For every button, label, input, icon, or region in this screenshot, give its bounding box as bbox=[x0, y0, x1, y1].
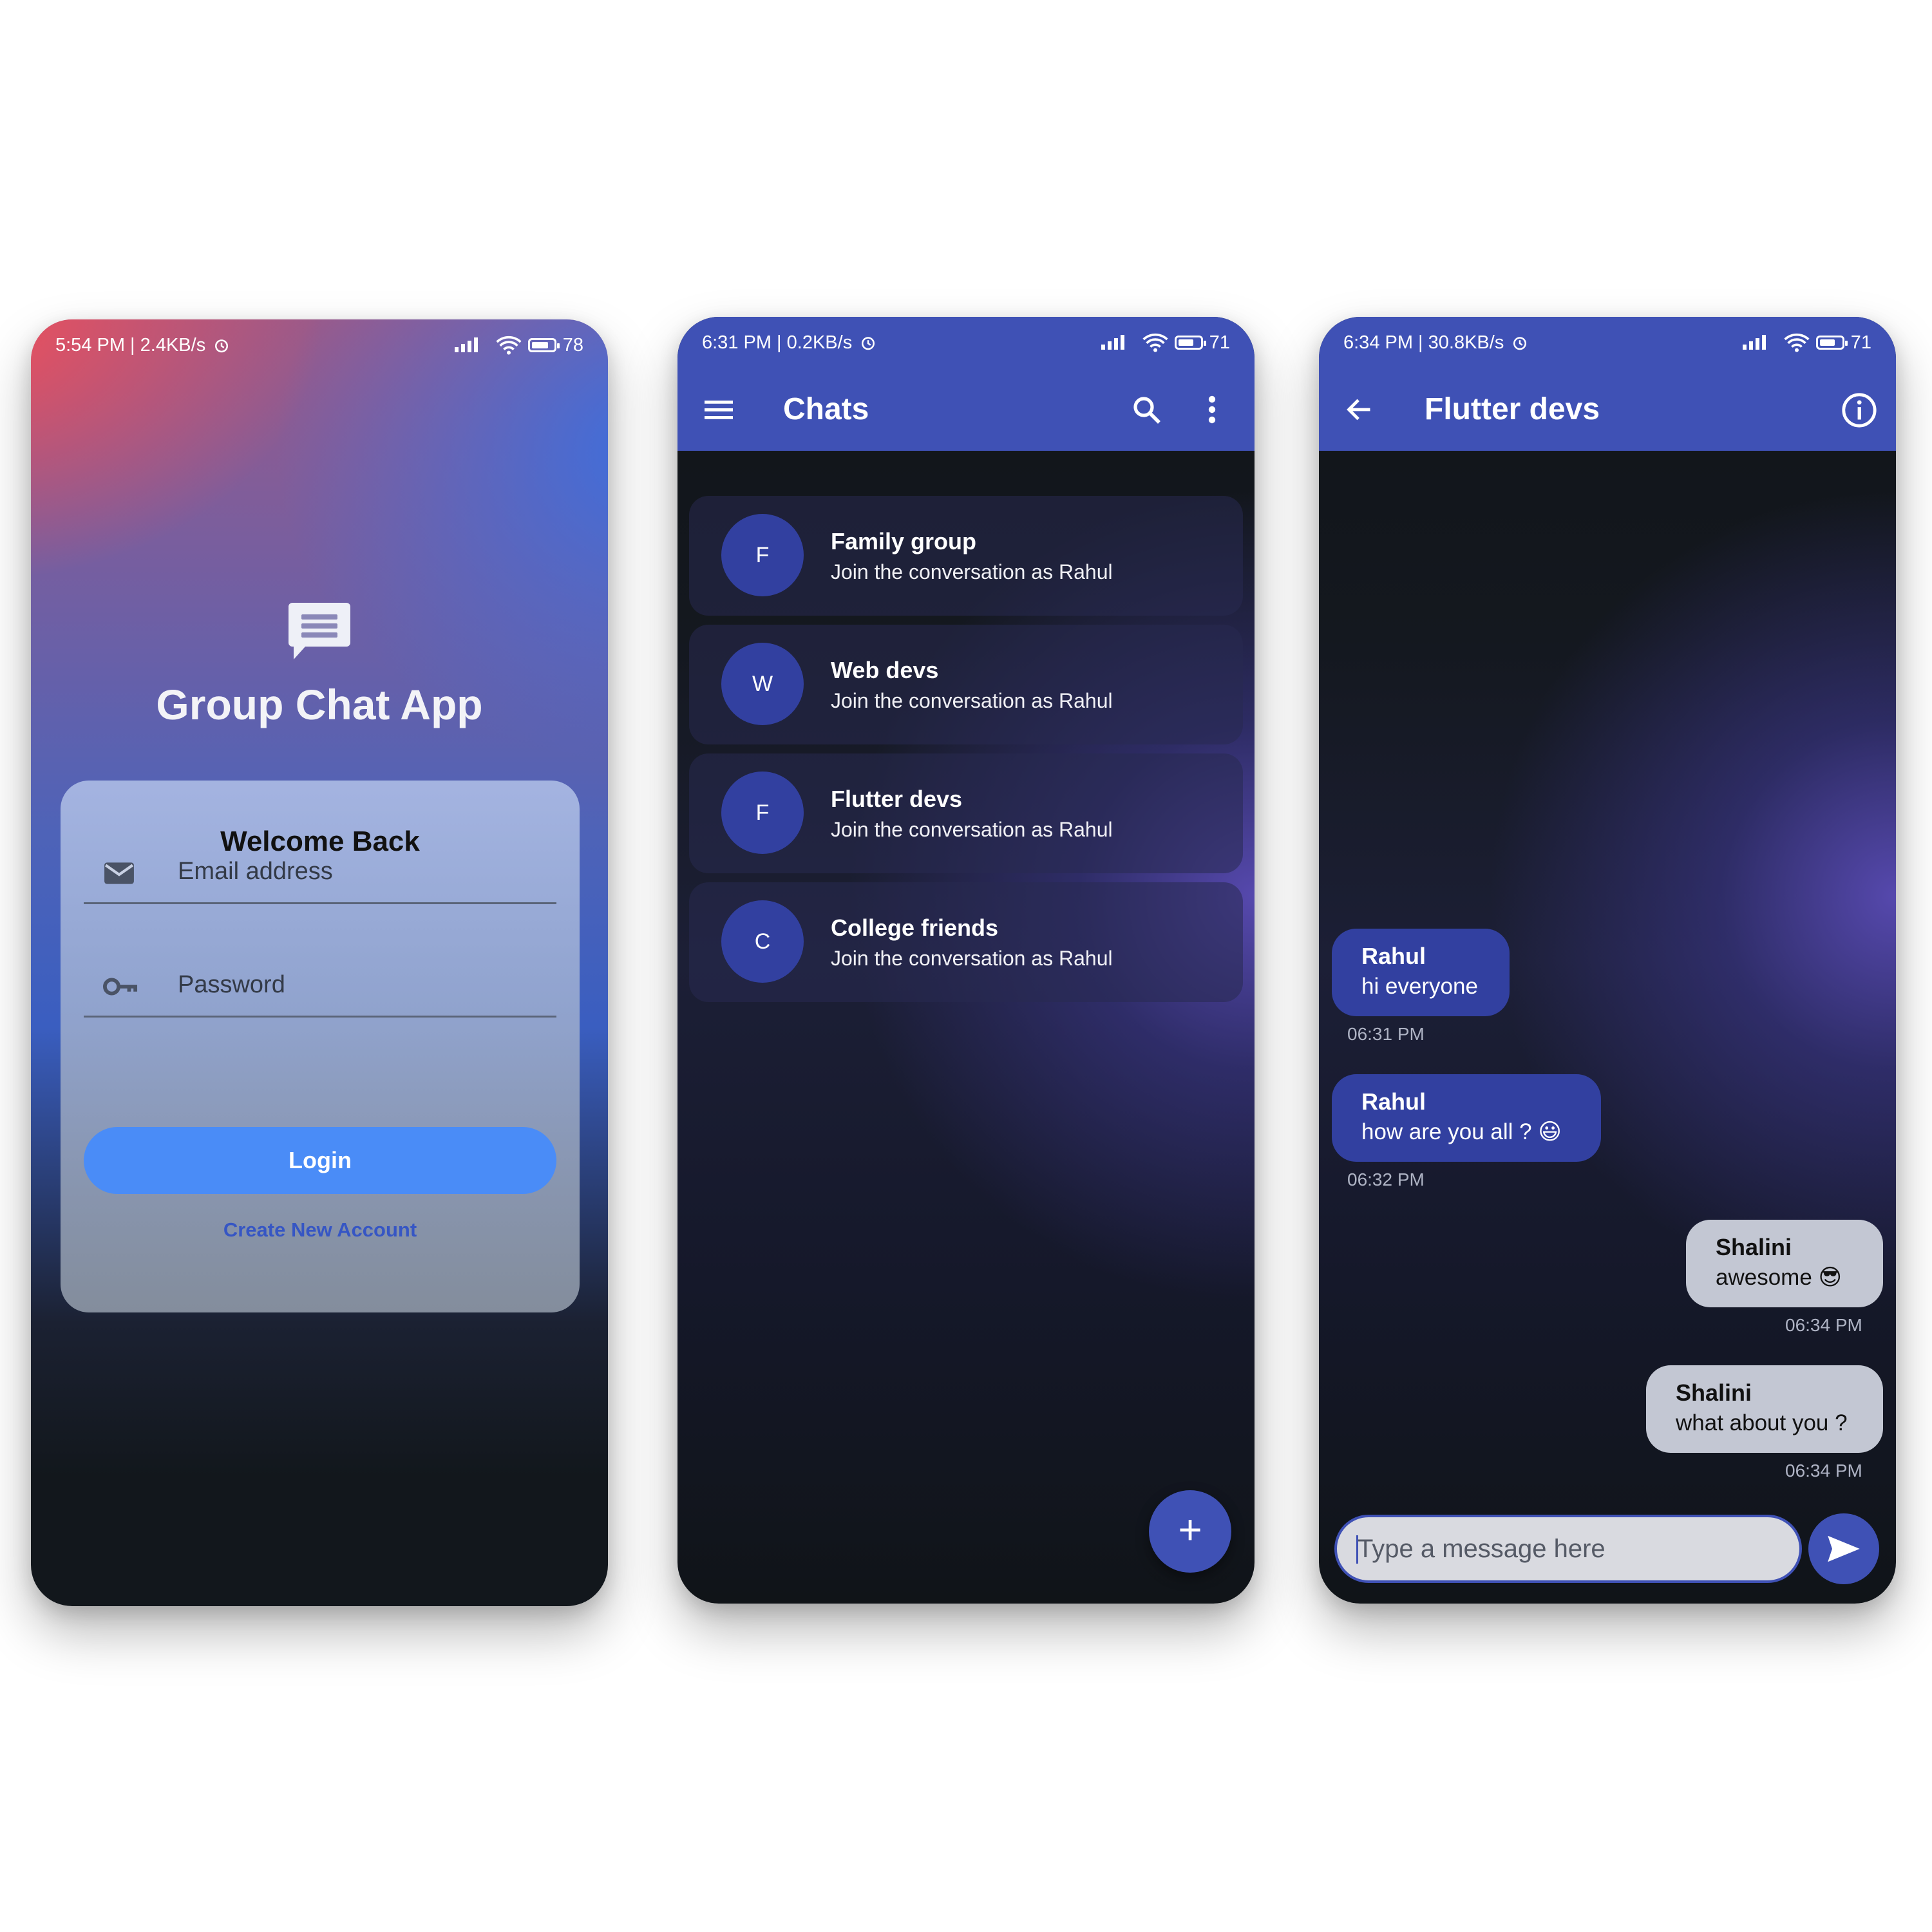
signal-icon bbox=[1742, 335, 1766, 350]
add-chat-button[interactable]: + bbox=[1149, 1490, 1231, 1573]
message-text: hi everyone bbox=[1361, 974, 1478, 999]
message-bubble: Shalini awesome 😎 bbox=[1686, 1220, 1883, 1307]
message-bubble: Rahul how are you all ? 😃 bbox=[1332, 1074, 1601, 1162]
email-field[interactable]: Email address bbox=[84, 819, 556, 904]
chat-name: Web devs bbox=[831, 657, 939, 683]
status-time: 6:34 PM | 30.8KB/s bbox=[1343, 332, 1504, 353]
mail-icon bbox=[104, 862, 134, 884]
search-icon[interactable] bbox=[1131, 394, 1162, 425]
battery-icon bbox=[1174, 336, 1206, 350]
chat-name: College friends bbox=[831, 914, 999, 941]
signal-icon bbox=[1101, 335, 1124, 350]
chat-name: Family group bbox=[831, 528, 977, 554]
chat-subtitle: Join the conversation as Rahul bbox=[831, 560, 1113, 583]
battery-percent: 71 bbox=[1850, 332, 1871, 353]
chats-screen: 6:31 PM | 0.2KB/s 71 Chats F Family grou… bbox=[677, 317, 1255, 1604]
menu-icon[interactable] bbox=[703, 397, 734, 422]
back-arrow-icon[interactable] bbox=[1345, 395, 1374, 424]
send-icon bbox=[1828, 1535, 1860, 1562]
password-placeholder: Password bbox=[178, 971, 285, 998]
battery-fill bbox=[1178, 339, 1193, 346]
app-bar: Flutter devs bbox=[1319, 368, 1896, 451]
chat-list-item[interactable]: C College friends Join the conversation … bbox=[689, 882, 1243, 1002]
chat-list-item[interactable]: F Flutter devs Join the conversation as … bbox=[689, 753, 1243, 873]
chat-subtitle: Join the conversation as Rahul bbox=[831, 947, 1113, 970]
chat-name: Flutter devs bbox=[831, 786, 963, 812]
email-placeholder: Email address bbox=[178, 858, 333, 885]
alarm-icon bbox=[1513, 337, 1527, 350]
message-sender: Rahul bbox=[1361, 943, 1426, 969]
avatar: F bbox=[721, 772, 804, 854]
wifi-icon bbox=[1784, 333, 1810, 352]
message-time: 06:32 PM bbox=[1347, 1170, 1425, 1189]
message-time: 06:34 PM bbox=[1785, 1461, 1862, 1481]
status-bar: 6:34 PM | 30.8KB/s 71 bbox=[1319, 317, 1896, 368]
message-input[interactable]: Type a message here bbox=[1334, 1515, 1802, 1583]
alarm-icon bbox=[862, 337, 875, 350]
battery-fill bbox=[1819, 339, 1835, 346]
login-button[interactable]: Login bbox=[84, 1127, 556, 1194]
avatar: F bbox=[721, 514, 804, 596]
battery-icon bbox=[1815, 336, 1848, 350]
status-time: 6:31 PM | 0.2KB/s bbox=[702, 332, 853, 353]
avatar: W bbox=[721, 643, 804, 725]
conversation-screen: 6:34 PM | 30.8KB/s 71 Flutter devs Rahul… bbox=[1319, 317, 1896, 1604]
chat-list-item[interactable]: F Family group Join the conversation as … bbox=[689, 496, 1243, 616]
message-bubble: Rahul hi everyone bbox=[1332, 929, 1510, 1016]
battery-percent: 78 bbox=[562, 334, 583, 355]
login-screen: 5:54 PM | 2.4KB/s 78 Group Chat App Welc… bbox=[31, 319, 608, 1606]
message-time: 06:34 PM bbox=[1785, 1315, 1862, 1335]
info-icon[interactable] bbox=[1841, 392, 1878, 429]
battery-icon bbox=[527, 338, 560, 352]
status-bar: 5:54 PM | 2.4KB/s 78 bbox=[31, 319, 608, 371]
chat-list-item[interactable]: W Web devs Join the conversation as Rahu… bbox=[689, 625, 1243, 744]
password-field[interactable]: Password bbox=[84, 933, 556, 1018]
avatar: C bbox=[721, 900, 804, 983]
wifi-icon bbox=[1142, 333, 1168, 352]
battery-percent: 71 bbox=[1209, 332, 1230, 353]
message-text: how are you all ? 😃 bbox=[1361, 1119, 1562, 1144]
app-bar: Chats bbox=[677, 368, 1255, 451]
message-sender: Rahul bbox=[1361, 1088, 1426, 1115]
chat-subtitle: Join the conversation as Rahul bbox=[831, 818, 1113, 841]
app-title: Group Chat App bbox=[156, 681, 483, 728]
signal-icon bbox=[454, 337, 478, 352]
wifi-icon bbox=[496, 336, 522, 355]
message-text: what about you ? bbox=[1676, 1410, 1848, 1435]
message-time: 06:31 PM bbox=[1347, 1024, 1425, 1044]
message-bubble: Shalini what about you ? bbox=[1646, 1365, 1883, 1453]
status-time: 5:54 PM | 2.4KB/s bbox=[55, 334, 206, 355]
message-sender: Shalini bbox=[1676, 1379, 1752, 1406]
message-sender: Shalini bbox=[1716, 1234, 1792, 1260]
message-text: awesome 😎 bbox=[1716, 1265, 1842, 1290]
message-input-placeholder: Type a message here bbox=[1358, 1535, 1605, 1563]
chat-bubble-icon bbox=[289, 603, 350, 659]
more-vert-icon[interactable] bbox=[1206, 394, 1218, 425]
chat-subtitle: Join the conversation as Rahul bbox=[831, 689, 1113, 712]
send-button[interactable] bbox=[1808, 1513, 1879, 1584]
battery-fill bbox=[531, 342, 548, 348]
create-account-link[interactable]: Create New Account bbox=[61, 1218, 580, 1242]
page-title: Chats bbox=[783, 392, 869, 426]
page-title: Flutter devs bbox=[1425, 392, 1600, 426]
key-icon bbox=[103, 978, 138, 996]
alarm-icon bbox=[215, 339, 229, 353]
status-bar: 6:31 PM | 0.2KB/s 71 bbox=[677, 317, 1255, 368]
login-card: Welcome Back Email address Password Logi… bbox=[61, 781, 580, 1312]
